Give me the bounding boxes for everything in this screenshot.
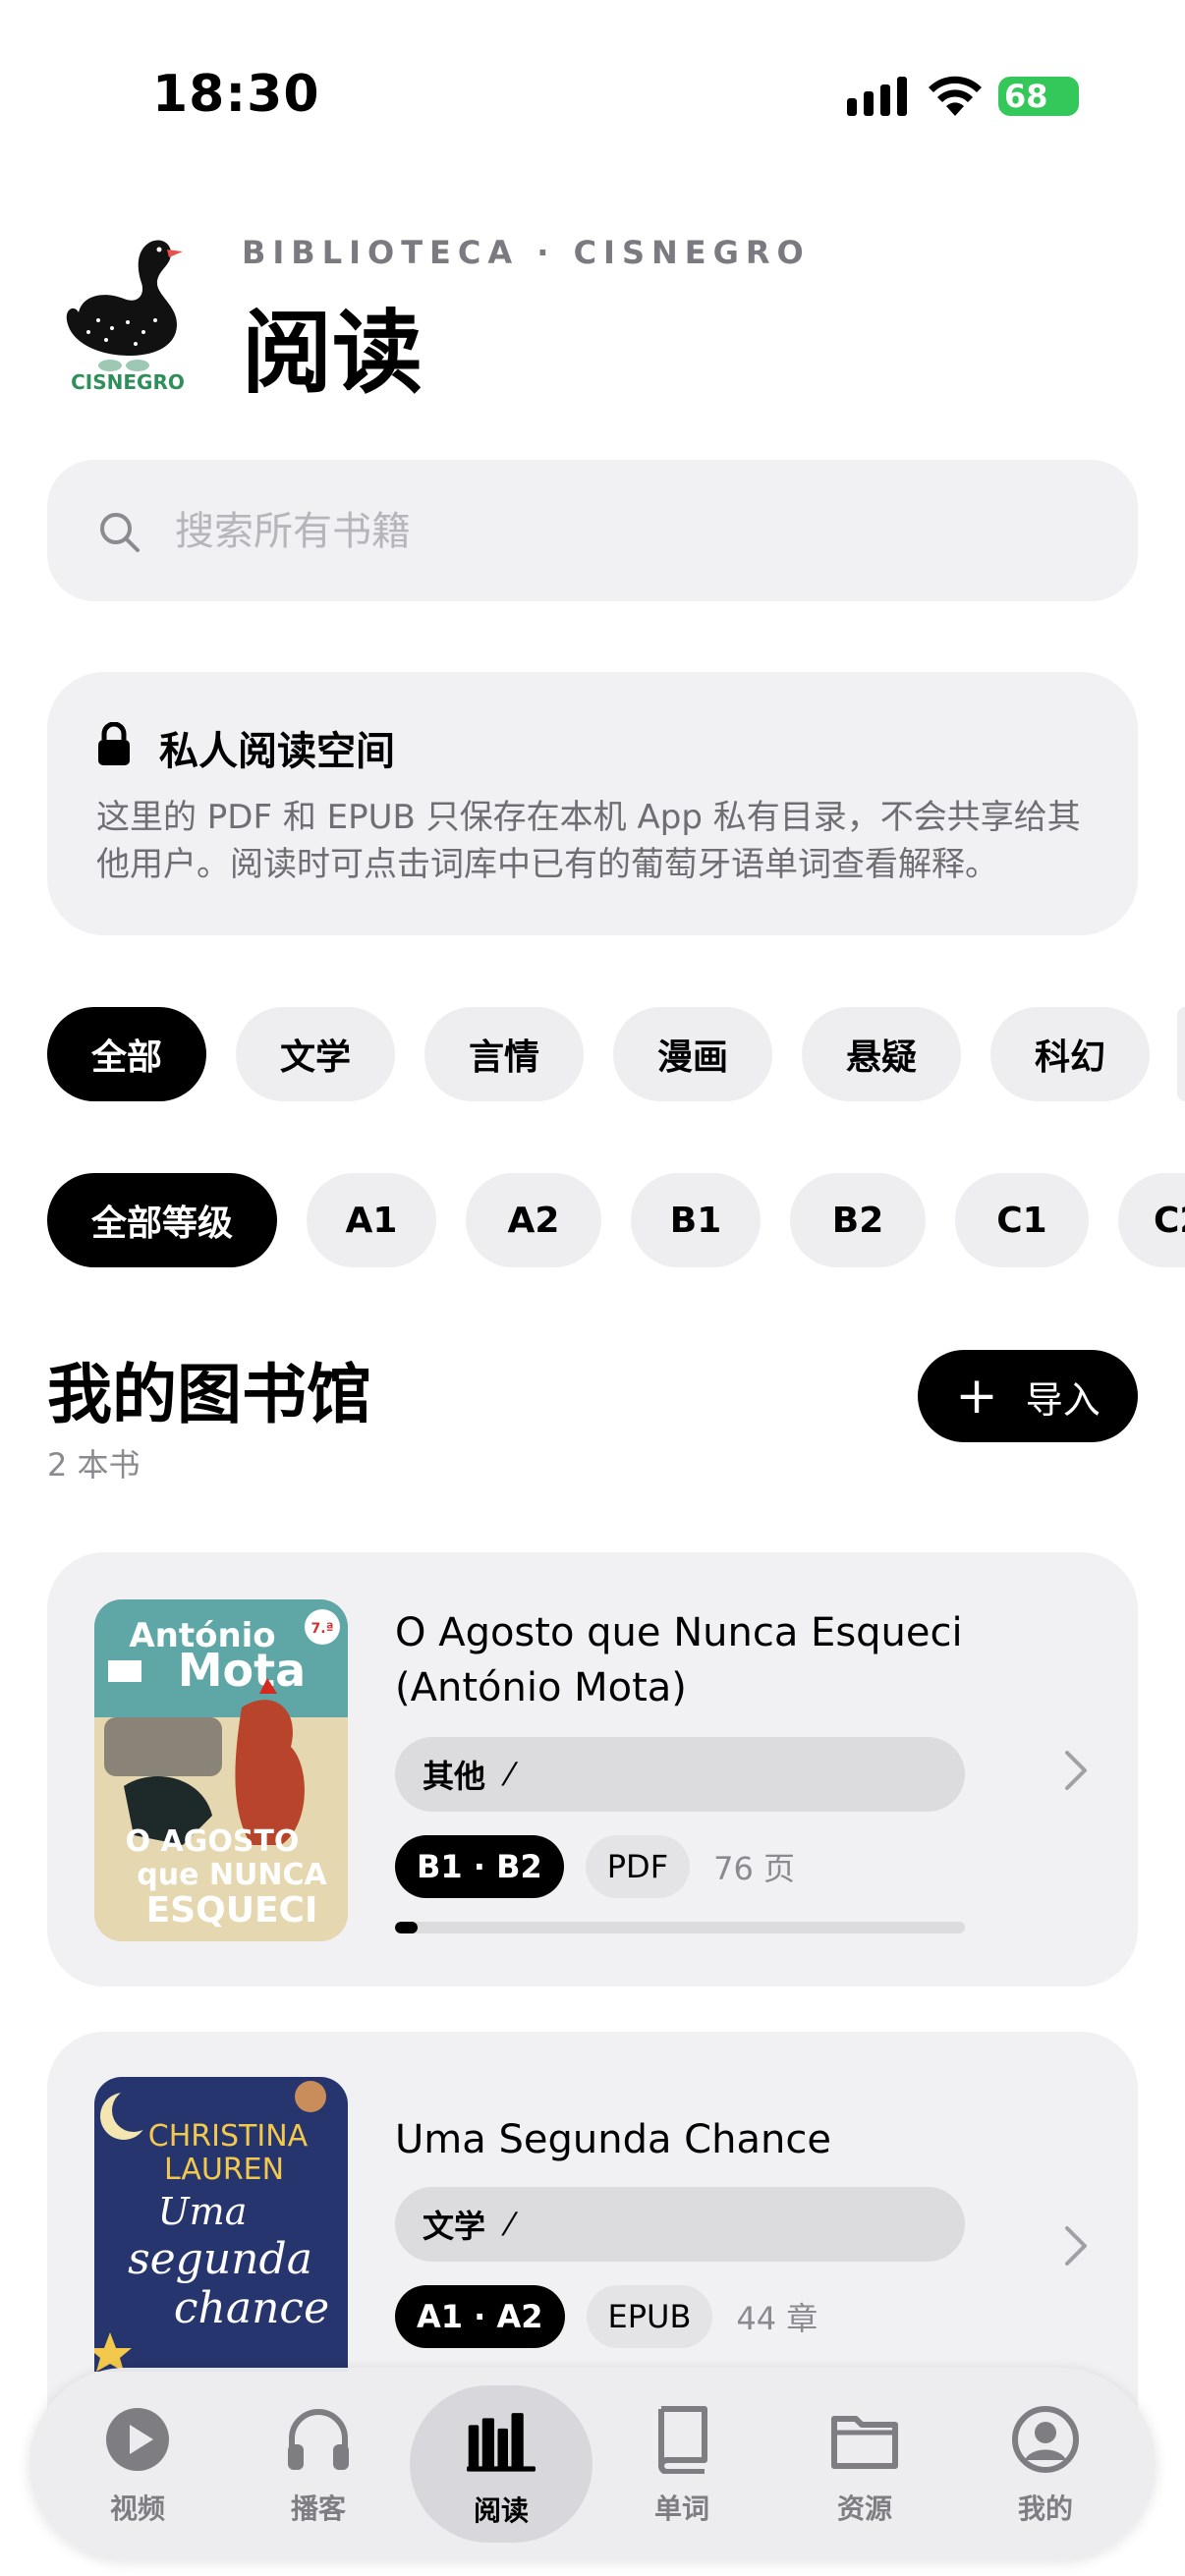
format-badge: PDF bbox=[585, 1835, 691, 1898]
svg-text:chance: chance bbox=[174, 2283, 329, 2333]
svg-text:segunda: segunda bbox=[128, 2234, 312, 2284]
genre-edit-pill[interactable]: 其他 ⁄ bbox=[395, 1737, 965, 1812]
level-chip-a2[interactable]: A2 bbox=[466, 1173, 601, 1267]
svg-text:Uma: Uma bbox=[158, 2190, 248, 2233]
svg-text:LAUREN: LAUREN bbox=[164, 2153, 284, 2187]
tab-label: 我的 bbox=[1017, 2492, 1073, 2525]
svg-text:7.ª: 7.ª bbox=[311, 1621, 334, 1637]
headphones-icon bbox=[288, 2409, 349, 2470]
genre-chip-all[interactable]: 全部 bbox=[47, 1007, 206, 1101]
library-title: 我的图书馆 bbox=[47, 1357, 371, 1432]
svg-text:Mota: Mota bbox=[178, 1644, 306, 1697]
book-cover[interactable]: CHRISTINA LAUREN Uma segunda chance bbox=[94, 2077, 348, 2372]
tab-label: 播客 bbox=[290, 2492, 346, 2525]
format-badge: EPUB bbox=[586, 2285, 713, 2348]
import-label: 导入 bbox=[1025, 1377, 1100, 1422]
books-icon bbox=[467, 2413, 536, 2472]
chevron-right-icon bbox=[1065, 2226, 1087, 2266]
genre-chip-mystery[interactable]: 悬疑 bbox=[802, 1007, 961, 1101]
tab-podcast[interactable]: 播客 bbox=[240, 2393, 397, 2541]
genre-chip-scifi[interactable]: 科幻 bbox=[990, 1007, 1150, 1101]
genre-label: 其他 bbox=[423, 1758, 486, 1795]
svg-text:CHRISTINA: CHRISTINA bbox=[148, 2119, 309, 2154]
genre-chip-comics[interactable]: 漫画 bbox=[613, 1007, 772, 1101]
play-circle-icon bbox=[106, 2408, 169, 2471]
person-circle-icon bbox=[1012, 2406, 1079, 2473]
genre-chip-literature[interactable]: 文学 bbox=[236, 1007, 395, 1101]
book-title: Uma Segunda Chance bbox=[395, 2117, 831, 2162]
genre-chip-romance[interactable]: 言情 bbox=[424, 1007, 584, 1101]
svg-text:O AGOSTO: O AGOSTO bbox=[126, 1824, 300, 1859]
tab-label: 单词 bbox=[653, 2492, 709, 2525]
level-badge: A1 · A2 bbox=[395, 2285, 565, 2348]
folder-icon bbox=[831, 2416, 898, 2469]
reading-progress-bar bbox=[395, 1922, 965, 1933]
tab-words[interactable]: 单词 bbox=[603, 2393, 761, 2541]
book-meta-row: B1 · B2 PDF 76 页 bbox=[395, 1835, 795, 1898]
book-title: O Agosto que Nunca Esqueci (António Mota… bbox=[395, 1610, 963, 1710]
battery-indicator: 68 bbox=[998, 77, 1079, 116]
status-time: 18:30 bbox=[152, 65, 320, 124]
level-chip-b2[interactable]: B2 bbox=[790, 1173, 926, 1267]
genre-edit-pill[interactable]: 文学 ⁄ bbox=[395, 2187, 965, 2262]
book-icon bbox=[658, 2406, 707, 2474]
notice-body: 这里的 PDF 和 EPUB 只保存在本机 App 私有目录，不会共享给其他用户… bbox=[96, 798, 1081, 884]
search-input[interactable] bbox=[173, 499, 1061, 564]
level-chip-c2[interactable]: C2 bbox=[1118, 1173, 1185, 1267]
level-badge: B1 · B2 bbox=[395, 1835, 564, 1898]
wifi-icon bbox=[929, 76, 982, 116]
genre-chip-overflow[interactable] bbox=[1177, 1007, 1185, 1101]
notice-title: 私人阅读空间 bbox=[159, 729, 395, 774]
tab-label: 视频 bbox=[109, 2492, 165, 2525]
tab-resources[interactable]: 资源 bbox=[786, 2393, 943, 2541]
level-chip-c1[interactable]: C1 bbox=[955, 1173, 1089, 1267]
tab-video[interactable]: 视频 bbox=[59, 2393, 216, 2541]
book-meta-row: A1 · A2 EPUB 44 章 bbox=[395, 2285, 818, 2348]
svg-text:que NUNCA: que NUNCA bbox=[137, 1858, 327, 1892]
cisnegro-logo: CISNEGRO bbox=[66, 240, 185, 393]
level-chip-b1[interactable]: B1 bbox=[631, 1173, 761, 1267]
page-title: 阅读 bbox=[242, 301, 423, 406]
chevron-right-icon bbox=[1065, 1751, 1087, 1790]
tab-reading[interactable]: 阅读 bbox=[410, 2385, 592, 2543]
pencil-icon: ⁄ bbox=[507, 1756, 513, 1793]
search-icon bbox=[100, 513, 140, 552]
lock-icon bbox=[98, 722, 130, 765]
genre-label: 文学 bbox=[423, 2208, 486, 2245]
reading-progress-fill bbox=[395, 1922, 419, 1933]
pencil-icon: ⁄ bbox=[507, 2206, 513, 2243]
book-cover[interactable]: António Mota 7.ª O AGOSTO que NUNCA ESQU… bbox=[94, 1599, 348, 1941]
app-kicker: BIBLIOTECA · CISNEGRO bbox=[242, 234, 811, 271]
tab-label: 阅读 bbox=[473, 2494, 529, 2527]
tab-label: 资源 bbox=[836, 2492, 892, 2525]
library-count: 2 本书 bbox=[47, 1446, 141, 1484]
import-button[interactable]: + 导入 bbox=[918, 1350, 1138, 1442]
cellular-signal-icon bbox=[847, 77, 907, 116]
level-chip-all[interactable]: 全部等级 bbox=[47, 1173, 277, 1267]
level-chip-a1[interactable]: A1 bbox=[307, 1173, 436, 1267]
page-count: 76 页 bbox=[713, 1850, 795, 1887]
svg-text:CISNEGRO: CISNEGRO bbox=[71, 370, 185, 393]
chapter-count: 44 章 bbox=[736, 2300, 818, 2337]
tab-profile[interactable]: 我的 bbox=[967, 2393, 1124, 2541]
svg-text:ESQUECI: ESQUECI bbox=[146, 1890, 318, 1931]
plus-icon: + bbox=[955, 1367, 998, 1426]
